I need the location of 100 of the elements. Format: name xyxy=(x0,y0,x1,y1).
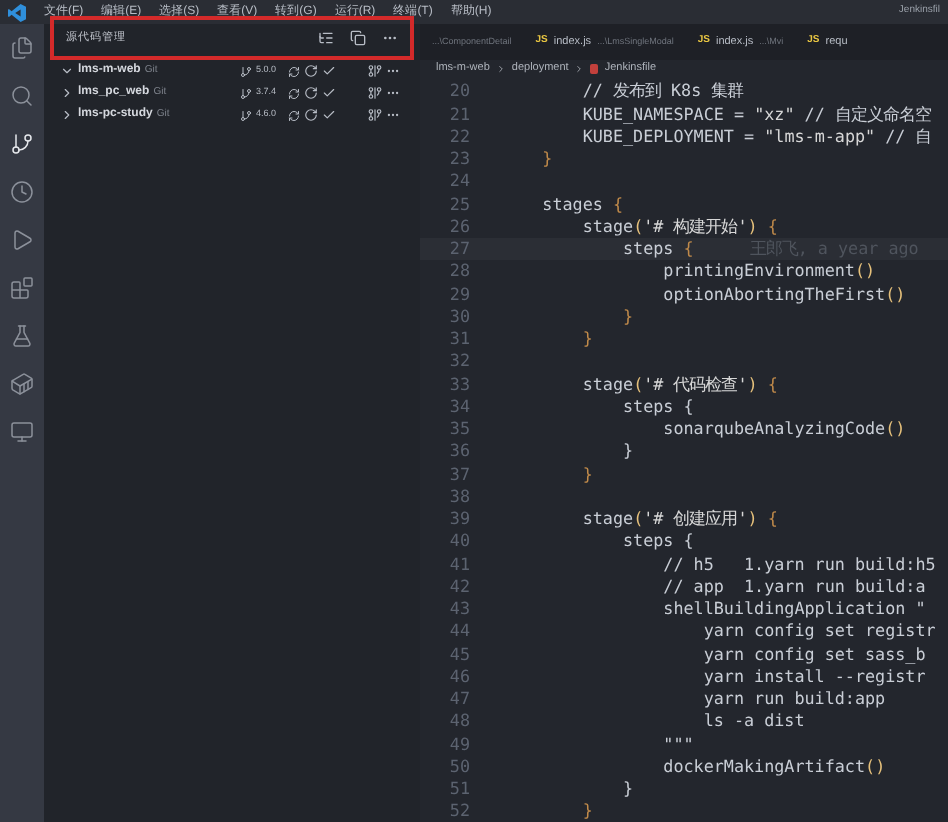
more-icon[interactable] xyxy=(386,64,400,78)
code-token: shellBuildingApplication " xyxy=(661,596,926,622)
refresh-icon[interactable] xyxy=(304,108,318,122)
line-number: 22 xyxy=(447,123,472,149)
code-token: { xyxy=(612,191,624,217)
more-icon[interactable] xyxy=(386,86,400,100)
code-token: "lms-m-app" xyxy=(764,123,876,149)
clock-icon[interactable] xyxy=(10,180,34,204)
code-token: ( xyxy=(633,506,644,532)
code-token: """ xyxy=(661,731,694,757)
code-token: } xyxy=(580,798,593,822)
line-number: 29 xyxy=(447,281,472,307)
refresh-icon[interactable] xyxy=(304,86,318,100)
code-token: } xyxy=(540,146,553,172)
code-token: KUBE_NAMESPACE = xyxy=(580,101,747,127)
line-number: 33 xyxy=(447,371,472,397)
line-number: 28 xyxy=(447,258,472,284)
code-token: "xz" xyxy=(754,101,795,127)
code-token: ) xyxy=(747,371,758,397)
code-token: optionAbortingTheFirst xyxy=(661,281,886,307)
refresh-icon[interactable] xyxy=(304,64,318,78)
line-number: 32 xyxy=(447,348,472,374)
graph-icon[interactable] xyxy=(368,64,382,78)
logo-icon xyxy=(8,3,26,21)
code-token: steps { xyxy=(621,394,694,419)
code-token: () xyxy=(854,258,876,284)
chevron-icon[interactable] xyxy=(60,64,74,78)
code-token: // 发布到 K8s 集群 xyxy=(580,78,744,104)
code-token: ls -a dist xyxy=(701,708,805,734)
play-icon[interactable] xyxy=(10,228,34,252)
code-token: } xyxy=(580,326,593,352)
line-number: 44 xyxy=(447,618,472,644)
line-number: 36 xyxy=(447,438,472,464)
sync-icon[interactable] xyxy=(288,87,300,99)
chevron-icon[interactable] xyxy=(60,108,74,122)
code-token: ) xyxy=(747,213,758,239)
code-token: } xyxy=(580,461,593,487)
line-number: 24 xyxy=(447,168,472,194)
code-token: yarn run build:app xyxy=(701,686,886,712)
copy-icon[interactable] xyxy=(350,30,366,46)
chevron-icon xyxy=(574,64,585,74)
code-token: steps { xyxy=(621,528,694,554)
line-number: 46 xyxy=(447,663,472,689)
line-number: 40 xyxy=(447,528,472,554)
more-icon[interactable] xyxy=(386,108,400,122)
code-token: ( xyxy=(633,213,644,239)
search-icon[interactable] xyxy=(10,84,34,108)
line-number: 48 xyxy=(447,708,472,734)
graph-icon[interactable] xyxy=(368,86,382,100)
line-number: 38 xyxy=(447,483,472,509)
code-token: ( xyxy=(633,371,644,397)
line-number: 49 xyxy=(447,731,472,757)
files-icon[interactable] xyxy=(10,36,34,60)
code-token: stages xyxy=(540,191,605,217)
line-number: 50 xyxy=(447,753,472,779)
code-token: { xyxy=(765,371,778,397)
code-token: stage xyxy=(580,506,634,532)
container-icon[interactable] xyxy=(10,372,34,396)
code-token: '# 构建开始' xyxy=(643,213,748,239)
code-token: yarn install --registr xyxy=(701,664,926,689)
line-number: 37 xyxy=(447,461,472,487)
code-token: // 自定义命名空 xyxy=(802,101,931,127)
code-token: '# 代码检查' xyxy=(643,371,748,397)
flask-icon[interactable] xyxy=(10,324,34,348)
branch-icon xyxy=(240,87,252,99)
code-token: steps xyxy=(621,236,676,262)
code-token: } xyxy=(621,776,634,802)
code-token: yarn config set sass_b xyxy=(701,641,926,667)
code-token: { xyxy=(765,213,778,239)
monitor-icon[interactable] xyxy=(10,420,34,444)
code-token: () xyxy=(885,281,906,307)
code-token: // h5 1.yarn run build:h5 xyxy=(661,551,936,577)
code-token: sonarqubeAnalyzingCode xyxy=(661,416,886,442)
line-number: 34 xyxy=(447,393,472,419)
code-token: printingEnvironment xyxy=(661,258,855,284)
list-icon[interactable] xyxy=(318,30,334,46)
code-token: { xyxy=(683,236,694,262)
line-number: 43 xyxy=(447,596,472,622)
file-icon xyxy=(590,64,599,74)
branch-icon xyxy=(240,65,252,77)
code-token: () xyxy=(865,753,886,779)
code-token: ) xyxy=(747,506,758,532)
code-token: KUBE_DEPLOYMENT = xyxy=(580,124,757,149)
line-number: 25 xyxy=(447,191,472,217)
sync-icon[interactable] xyxy=(288,109,300,121)
line-number: 52 xyxy=(447,798,472,822)
line-number: 23 xyxy=(447,146,472,172)
line-number: 42 xyxy=(447,573,472,599)
line-number: 41 xyxy=(447,551,472,577)
line-number: 20 xyxy=(447,78,472,104)
code-token: stage xyxy=(580,214,634,239)
line-number: 31 xyxy=(447,326,472,352)
blocks-icon[interactable] xyxy=(10,276,34,300)
chevron-icon[interactable] xyxy=(60,86,74,100)
graph-icon[interactable] xyxy=(368,108,382,122)
sync-icon[interactable] xyxy=(288,65,300,77)
code-token: dockerMakingArtifact xyxy=(661,753,866,779)
chevron-icon xyxy=(495,64,506,74)
branch-icon[interactable] xyxy=(10,132,34,156)
line-number: 27 xyxy=(447,236,472,262)
